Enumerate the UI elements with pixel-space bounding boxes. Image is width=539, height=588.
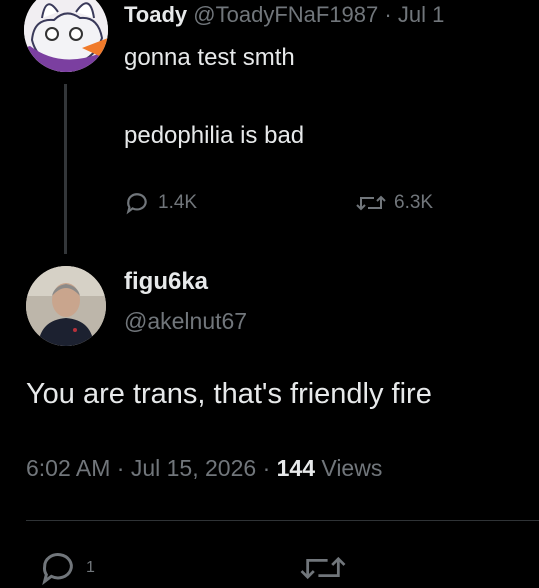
reply-reply-button[interactable]: 1	[36, 548, 95, 588]
reply-display-name[interactable]: figu6ka	[124, 268, 208, 296]
reply-date[interactable]: Jul 15, 2026	[131, 455, 256, 481]
reply-icon	[124, 190, 150, 216]
separator: ·	[262, 455, 271, 481]
retweet-icon	[356, 190, 386, 216]
thread-line	[64, 84, 67, 254]
reply-icon	[36, 548, 80, 588]
parent-retweet-button[interactable]: 6.3K	[356, 190, 433, 216]
parent-reply-button[interactable]: 1.4K	[124, 190, 197, 216]
parent-date[interactable]: Jul 1	[398, 2, 444, 27]
divider	[26, 520, 539, 521]
parent-display-name[interactable]: Toady	[124, 2, 187, 27]
reply-handle[interactable]: @akelnut67	[124, 308, 247, 335]
parent-reply-count: 1.4K	[158, 192, 198, 213]
parent-handle[interactable]: @ToadyFNaF1987	[193, 2, 378, 27]
parent-text-line-2: pedophilia is bad	[124, 122, 305, 149]
views-count: 144	[276, 455, 315, 481]
retweet-icon	[300, 548, 346, 588]
reply-time[interactable]: 6:02 AM	[26, 455, 110, 481]
reply-reply-count: 1	[86, 559, 95, 576]
reply-text: You are trans, that's friendly fire	[26, 378, 432, 410]
separator: ·	[116, 455, 125, 481]
views-label: Views	[321, 455, 383, 481]
separator: ·	[384, 2, 392, 27]
reply-retweet-button[interactable]	[300, 548, 346, 588]
reply-avatar[interactable]	[26, 266, 106, 346]
parent-avatar[interactable]	[24, 0, 108, 72]
parent-text-line-1: gonna test smth	[124, 44, 295, 71]
parent-author-line: Toady @ToadyFNaF1987 · Jul 1	[124, 2, 444, 28]
reply-meta: 6:02 AM · Jul 15, 2026 · 144 Views	[26, 455, 382, 482]
parent-retweet-count: 6.3K	[394, 192, 434, 213]
